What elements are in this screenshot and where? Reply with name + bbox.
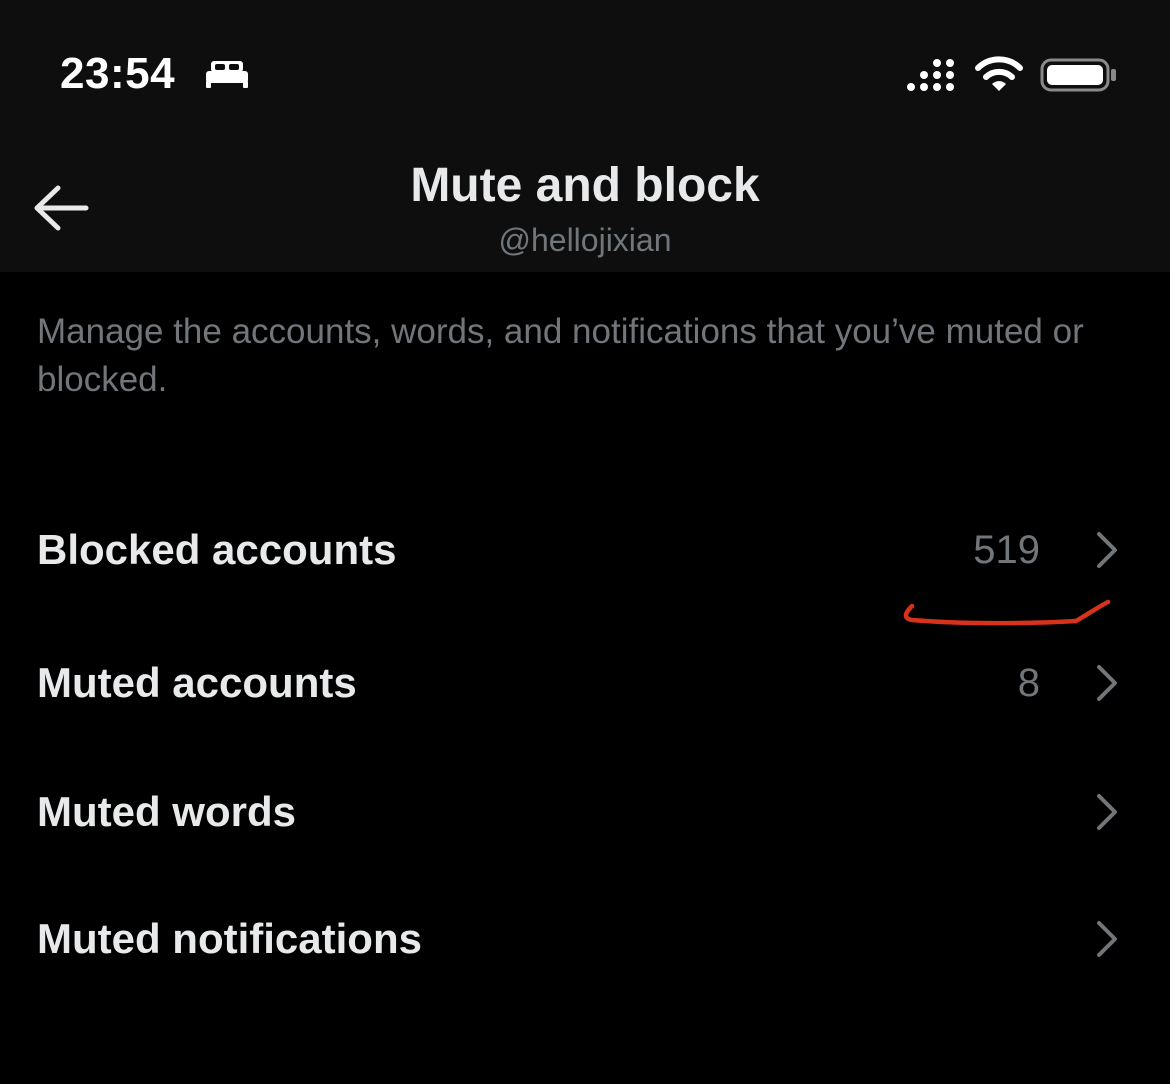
bed-icon [206, 61, 248, 88]
chevron-right-icon [1097, 532, 1117, 568]
status-time: 23:54 [60, 49, 176, 98]
menu-item-count: 519 [973, 528, 1040, 572]
cellular-signal-icon [907, 59, 954, 91]
chevron-right-icon [1097, 794, 1117, 830]
menu-item-count: 8 [1017, 661, 1040, 705]
wifi-icon [975, 56, 1023, 91]
battery-icon [1040, 58, 1116, 92]
chevron-right-icon [1097, 921, 1117, 957]
menu-item-muted-accounts[interactable]: Muted accounts 8 [0, 628, 1170, 738]
menu-item-muted-notifications[interactable]: Muted notifications [0, 884, 1170, 994]
page-title: Mute and block [410, 159, 760, 212]
menu-item-label: Muted words [37, 788, 296, 835]
menu-item-label: Muted notifications [37, 915, 422, 962]
menu-item-blocked-accounts[interactable]: Blocked accounts 519 [0, 495, 1170, 605]
page-description: Manage the accounts, words, and notifica… [37, 312, 1084, 399]
top-bar: 23:54 Mute and block @hellojixian [0, 0, 1170, 272]
menu-item-muted-words[interactable]: Muted words [0, 757, 1170, 867]
menu-item-label: Blocked accounts [37, 526, 397, 573]
account-handle: @hellojixian [498, 222, 672, 258]
chevron-right-icon [1097, 665, 1117, 701]
menu-item-label: Muted accounts [37, 659, 357, 706]
